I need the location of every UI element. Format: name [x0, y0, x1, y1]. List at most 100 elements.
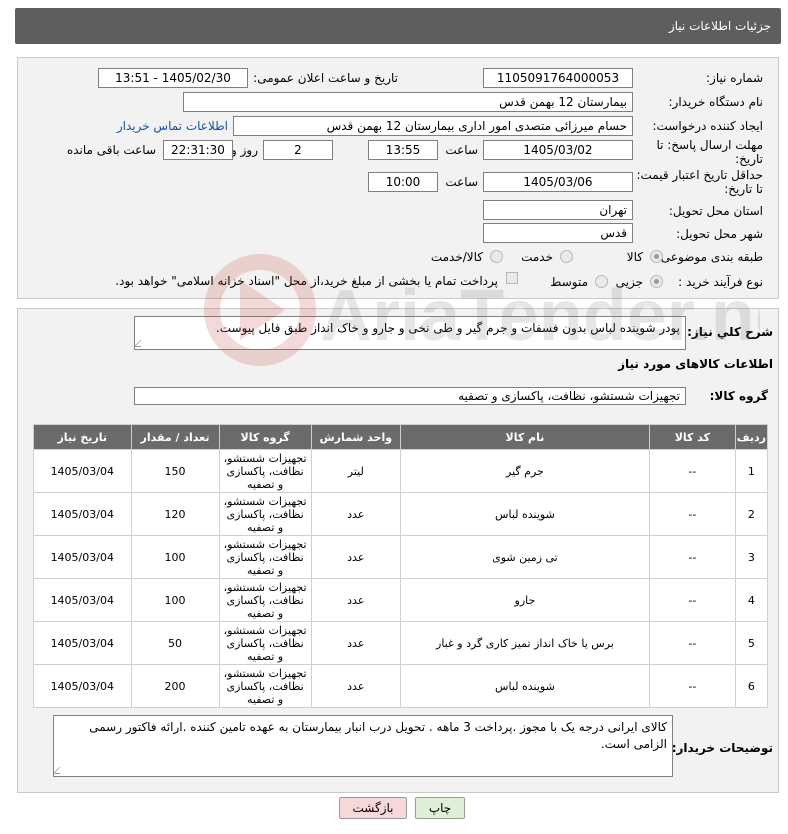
page-title: جزئیات اطلاعات نیاز	[668, 19, 771, 33]
days-field: 2	[263, 140, 333, 160]
creator-label: ایجاد کننده درخواست:	[652, 119, 763, 133]
category-option-both: کالا/خدمت	[430, 250, 483, 264]
cell-date: 1405/03/04	[33, 492, 132, 536]
cell-name: برس یا خاک انداز تمیز کاری گرد و غبار	[399, 621, 650, 665]
buyer-org-field: بیمارستان 12 بهمن قدس	[183, 92, 633, 112]
cell-qty: 100	[130, 535, 220, 579]
cell-date: 1405/03/04	[33, 621, 132, 665]
buyer-notes-label: توضیحات خریدار:	[671, 741, 773, 755]
col-index: ردیف	[734, 424, 769, 450]
price-validity-label: حداقل تاریخ اعتبار قیمت:	[636, 168, 763, 182]
resize-grip-icon[interactable]	[52, 767, 67, 774]
cell-name: شوینده لباس	[399, 492, 650, 536]
city-field: قدس	[483, 223, 633, 243]
category-option-goods: کالا	[626, 250, 643, 264]
cell-qty: 100	[130, 578, 220, 622]
goods-section: شرح کلي نياز: پودر شوینده لباس بدون فسفا…	[17, 308, 779, 793]
contact-info-link[interactable]: اطلاعات تماس خریدار	[117, 119, 228, 133]
buyer-org-label: نام دستگاه خریدار:	[668, 95, 764, 109]
buyer-notes-field: کالای ایرانی درجه یک با مجوز .پرداخت 3 م…	[52, 715, 673, 777]
goods-group-label: گروه کالا:	[709, 389, 768, 403]
category-option-service: خدمت	[521, 250, 553, 264]
cell-group: تجهیزات شستشو، نظافت، پاکسازی و تصفیه	[218, 578, 312, 622]
category-radio-both[interactable]	[490, 250, 503, 263]
cell-group: تجهیزات شستشو، نظافت، پاکسازی و تصفیه	[218, 449, 312, 493]
print-button[interactable]: چاپ	[415, 797, 465, 819]
need-number-label: شماره نیاز:	[706, 71, 763, 85]
remaining-time-field: 22:31:30	[163, 140, 233, 160]
category-label: طبقه بندی موضوعی:	[656, 250, 763, 264]
cell-index: 2	[734, 492, 769, 536]
col-unit: واحد شمارش	[310, 424, 401, 450]
description-text: پودر شوینده لباس بدون فسفات و جرم گیر و …	[215, 321, 680, 335]
cell-unit: عدد	[310, 535, 401, 579]
goods-table-header: ردیف کد کالا نام کالا واحد شمارش گروه کا…	[33, 424, 769, 450]
price-time-label: ساعت	[445, 175, 478, 189]
table-row: 4 -- جارو عدد تجهیزات شستشو، نظافت، پاکس…	[33, 578, 769, 622]
cell-unit: عدد	[310, 621, 401, 665]
cell-index: 6	[734, 664, 769, 708]
table-row: 3 -- تی زمین شوی عدد تجهیزات شستشو، نظاف…	[33, 535, 769, 579]
process-radio-medium[interactable]	[595, 275, 608, 288]
cell-index: 3	[734, 535, 769, 579]
cell-code: --	[648, 664, 736, 708]
description-label: شرح کلي نياز:	[687, 325, 773, 339]
cell-unit: لیتر	[310, 449, 401, 493]
cell-group: تجهیزات شستشو، نظافت، پاکسازی و تصفیه	[218, 535, 312, 579]
process-option-minor: جزیی	[615, 275, 643, 289]
panel-header: جزئیات اطلاعات نیاز	[15, 8, 781, 44]
back-button[interactable]: بازگشت	[339, 797, 407, 819]
cell-unit: عدد	[310, 664, 401, 708]
announce-field: 1405/02/30 - 13:51	[98, 68, 248, 88]
province-label: استان محل تحویل:	[668, 204, 763, 218]
resize-grip-icon[interactable]	[133, 340, 148, 347]
col-date: تاریخ نیاز	[33, 424, 132, 450]
cell-group: تجهیزات شستشو، نظافت، پاکسازی و تصفیه	[218, 492, 312, 536]
col-name: نام کالا	[399, 424, 650, 450]
process-option-medium: متوسط	[550, 275, 588, 289]
reply-time-label: ساعت	[445, 143, 478, 157]
cell-name: تی زمین شوی	[399, 535, 650, 579]
days-label: روز و	[231, 143, 258, 157]
cell-date: 1405/03/04	[33, 449, 132, 493]
table-row: 6 -- شوینده لباس عدد تجهیزات شستشو، نظاف…	[33, 664, 769, 708]
cell-unit: عدد	[310, 492, 401, 536]
goods-table: ردیف کد کالا نام کالا واحد شمارش گروه کا…	[33, 424, 769, 708]
category-radio-service[interactable]	[560, 250, 573, 263]
cell-unit: عدد	[310, 578, 401, 622]
category-radio-goods[interactable]	[650, 250, 663, 263]
cell-qty: 150	[130, 449, 220, 493]
col-qty: تعداد / مقدار	[130, 424, 220, 450]
province-field: تهران	[483, 200, 633, 220]
cell-qty: 120	[130, 492, 220, 536]
process-radio-minor[interactable]	[650, 275, 663, 288]
buyer-notes-text: کالای ایرانی درجه یک با مجوز .پرداخت 3 م…	[89, 720, 667, 751]
cell-index: 1	[734, 449, 769, 493]
col-group: گروه کالا	[218, 424, 312, 450]
description-field: پودر شوینده لباس بدون فسفات و جرم گیر و …	[133, 316, 686, 350]
cell-date: 1405/03/04	[33, 664, 132, 708]
payment-note: پرداخت تمام یا بخشی از مبلغ خرید،از محل …	[115, 274, 498, 288]
cell-date: 1405/03/04	[33, 578, 132, 622]
cell-index: 4	[734, 578, 769, 622]
need-number-field: 1105091764000053	[483, 68, 633, 88]
cell-qty: 200	[130, 664, 220, 708]
goods-section-title: اطلاعات کالاهای مورد نیاز	[618, 357, 773, 371]
need-info-section: شماره نیاز: 1105091764000053 تاریخ و ساع…	[17, 57, 779, 299]
table-row: 1 -- جرم گیر لیتر تجهیزات شستشو، نظافت، …	[33, 449, 769, 493]
cell-group: تجهیزات شستشو، نظافت، پاکسازی و تصفیه	[218, 621, 312, 665]
col-code: کد کالا	[648, 424, 736, 450]
cell-code: --	[648, 621, 736, 665]
treasury-checkbox[interactable]	[506, 272, 518, 284]
table-row: 2 -- شوینده لباس عدد تجهیزات شستشو، نظاف…	[33, 492, 769, 536]
price-date-field: 1405/03/06	[483, 172, 633, 192]
cell-name: شوینده لباس	[399, 664, 650, 708]
cell-group: تجهیزات شستشو، نظافت، پاکسازی و تصفیه	[218, 664, 312, 708]
cell-name: جرم گیر	[399, 449, 650, 493]
remaining-label: ساعت باقی مانده	[66, 143, 156, 157]
cell-code: --	[648, 535, 736, 579]
goods-group-field: تجهیزات شستشو، نظافت، پاکسازی و تصفیه	[134, 387, 686, 405]
price-validity-label-2: تا تاریخ:	[724, 182, 763, 196]
announce-label: تاریخ و ساعت اعلان عمومی:	[253, 71, 398, 85]
cell-name: جارو	[399, 578, 650, 622]
